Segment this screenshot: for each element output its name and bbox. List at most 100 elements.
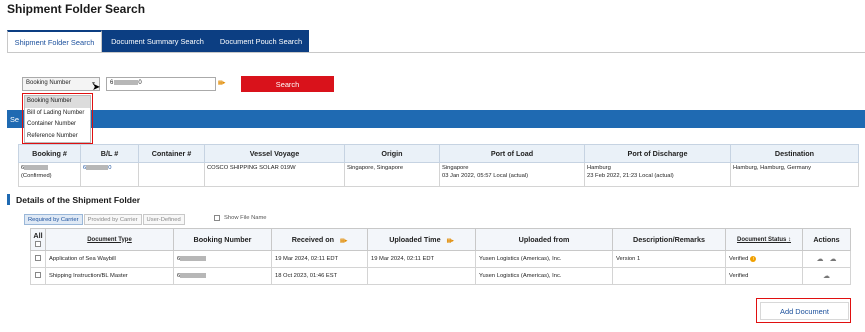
table-row: Application of Sea Waybill 6 19 Mar 2024… bbox=[30, 250, 851, 268]
cell-vessel-voyage: COSCO SHIPPING SOLAR 019W bbox=[204, 162, 345, 187]
results-header-bar: Se bbox=[7, 110, 865, 128]
all-label: All bbox=[33, 230, 43, 240]
tab-bar: Shipment Folder Search Document Summary … bbox=[7, 30, 309, 53]
sort-icon[interactable]: ▤▸ bbox=[340, 238, 347, 244]
subtab-user-defined[interactable]: User-Defined bbox=[142, 214, 185, 225]
search-input[interactable]: 60 bbox=[106, 77, 216, 91]
documents-table-header: All Document Type Booking Number Receive… bbox=[30, 228, 851, 251]
col-header-container: Container # bbox=[138, 144, 205, 163]
row-checkbox-cell bbox=[30, 250, 46, 268]
cell-description: Version 1 bbox=[612, 250, 726, 268]
table-row: Shipping Instruction/BL Master 6 18 Oct … bbox=[30, 267, 851, 285]
section-accent-bar bbox=[7, 194, 10, 205]
cell-uploaded-time bbox=[367, 267, 476, 285]
search-button[interactable]: Search bbox=[241, 76, 334, 92]
download-icon[interactable]: ☁ bbox=[817, 256, 824, 263]
row-checkbox[interactable] bbox=[35, 255, 41, 261]
col-header-vessel-voyage: Vessel Voyage bbox=[204, 144, 345, 163]
booking-status: (Confirmed) bbox=[21, 172, 52, 179]
col-header-all: All bbox=[30, 228, 46, 251]
sort-icon[interactable]: ▤▸ bbox=[447, 238, 454, 244]
redacted-mask bbox=[86, 165, 109, 170]
search-type-value: Booking Number bbox=[26, 80, 71, 86]
cell-bl[interactable]: 60 bbox=[80, 162, 139, 187]
col-header-destination: Destination bbox=[730, 144, 859, 163]
col-header-document-status[interactable]: Document Status ↕ bbox=[725, 228, 803, 251]
file-icon[interactable]: ▤▸ bbox=[218, 80, 225, 86]
details-title: Details of the Shipment Folder bbox=[7, 194, 140, 205]
cell-origin: Singapore, Singapore bbox=[344, 162, 440, 187]
col-header-port-of-load: Port of Load bbox=[439, 144, 585, 163]
redacted-mask bbox=[180, 255, 207, 261]
redacted-mask bbox=[180, 272, 207, 278]
col-header-origin: Origin bbox=[344, 144, 440, 163]
row-checkbox-cell bbox=[30, 267, 46, 285]
port-of-load-name: Singapore bbox=[442, 165, 469, 171]
col-header-description: Description/Remarks bbox=[612, 228, 726, 251]
cell-status: Verified! bbox=[725, 250, 803, 268]
cell-doc-type: Shipping Instruction/BL Master bbox=[45, 267, 174, 285]
port-of-load-date: 03 Jan 2022, 05:57 Local (actual) bbox=[442, 172, 529, 179]
col-header-bl: B/L # bbox=[80, 144, 139, 163]
subtab-provided-by-carrier[interactable]: Provided by Carrier bbox=[83, 214, 142, 225]
show-file-name-label: Show File Name bbox=[224, 215, 267, 221]
cell-doc-type: Application of Sea Waybill bbox=[45, 250, 174, 268]
search-type-select[interactable]: Booking Number ▼ bbox=[22, 77, 100, 91]
row-checkbox[interactable] bbox=[35, 272, 41, 278]
col-header-document-type[interactable]: Document Type bbox=[45, 228, 174, 251]
details-subtabs: Required by Carrier Provided by Carrier … bbox=[24, 214, 186, 225]
upload-icon[interactable]: ☁ bbox=[830, 256, 837, 263]
details-title-text: Details of the Shipment Folder bbox=[16, 194, 141, 205]
col-header-booking-number: Booking Number bbox=[173, 228, 272, 251]
bl-suffix: 0 bbox=[108, 165, 112, 172]
mouse-cursor-icon: ➤ bbox=[92, 82, 101, 93]
redacted-mask bbox=[114, 80, 139, 85]
uploaded-time-label: Uploaded Time bbox=[389, 235, 441, 244]
select-all-checkbox[interactable] bbox=[35, 240, 41, 247]
cell-status: Verified bbox=[725, 267, 803, 285]
cell-actions: ☁ ☁ bbox=[802, 250, 851, 268]
dropdown-highlight-box bbox=[22, 93, 93, 144]
search-input-value-suffix: 0 bbox=[138, 80, 142, 87]
cell-received-on: 19 Mar 2024, 02:11 EDT bbox=[271, 250, 368, 268]
tab-document-pouch-search[interactable]: Document Pouch Search bbox=[213, 30, 309, 53]
col-header-port-of-discharge: Port of Discharge bbox=[584, 144, 731, 163]
cell-destination: Hamburg, Hamburg, Germany bbox=[730, 162, 859, 187]
cell-booking-number: 6 bbox=[173, 250, 272, 268]
col-header-uploaded-time: Uploaded Time ▤▸ bbox=[367, 228, 476, 251]
cell-port-of-load: Singapore 03 Jan 2022, 05:57 Local (actu… bbox=[439, 162, 585, 187]
cell-actions: ☁ bbox=[802, 267, 851, 285]
page-title: Shipment Folder Search bbox=[7, 2, 146, 16]
tab-shipment-folder-search[interactable]: Shipment Folder Search bbox=[7, 30, 102, 53]
col-header-uploaded-from: Uploaded from bbox=[475, 228, 613, 251]
cell-description bbox=[612, 267, 726, 285]
shipment-table: Booking # B/L # Container # Vessel Voyag… bbox=[18, 144, 859, 187]
col-header-booking: Booking # bbox=[18, 144, 81, 163]
download-icon[interactable]: ☁ bbox=[823, 273, 830, 280]
show-file-name-toggle[interactable]: Show File Name bbox=[214, 215, 267, 221]
document-status-label: Document Status bbox=[736, 236, 787, 243]
documents-table: All Document Type Booking Number Receive… bbox=[30, 228, 851, 285]
shipment-table-header: Booking # B/L # Container # Vessel Voyag… bbox=[18, 144, 859, 163]
cell-port-of-discharge: Hamburg 23 Feb 2022, 21:23 Local (actual… bbox=[584, 162, 731, 187]
tab-document-summary-search[interactable]: Document Summary Search bbox=[102, 30, 213, 53]
cell-uploaded-from: Yusen Logistics (Americas), Inc. bbox=[475, 267, 613, 285]
tab-divider bbox=[7, 52, 865, 53]
search-panel: Booking Number ▼ ➤ 60 ▤▸ Search bbox=[18, 60, 865, 110]
col-header-actions: Actions bbox=[802, 228, 851, 251]
port-of-discharge-date: 23 Feb 2022, 21:23 Local (actual) bbox=[587, 172, 674, 179]
warning-icon: ! bbox=[750, 256, 757, 262]
table-row: 6 (Confirmed) 60 COSCO SHIPPING SOLAR 01… bbox=[18, 162, 859, 187]
port-of-discharge-name: Hamburg bbox=[587, 165, 611, 171]
search-input-value-prefix: 6 bbox=[110, 80, 114, 87]
status-text: Verified bbox=[729, 256, 749, 262]
show-file-name-checkbox[interactable] bbox=[214, 215, 220, 221]
cell-booking-number: 6 bbox=[173, 267, 272, 285]
col-header-received-on: Received on ▤▸ bbox=[271, 228, 368, 251]
cell-received-on: 18 Oct 2023, 01:46 EST bbox=[271, 267, 368, 285]
results-header-label: Se bbox=[10, 115, 20, 124]
cell-uploaded-from: Yusen Logistics (Americas), Inc. bbox=[475, 250, 613, 268]
cell-booking: 6 (Confirmed) bbox=[18, 162, 81, 187]
redacted-mask bbox=[24, 165, 49, 170]
subtab-required-by-carrier[interactable]: Required by Carrier bbox=[24, 214, 83, 225]
